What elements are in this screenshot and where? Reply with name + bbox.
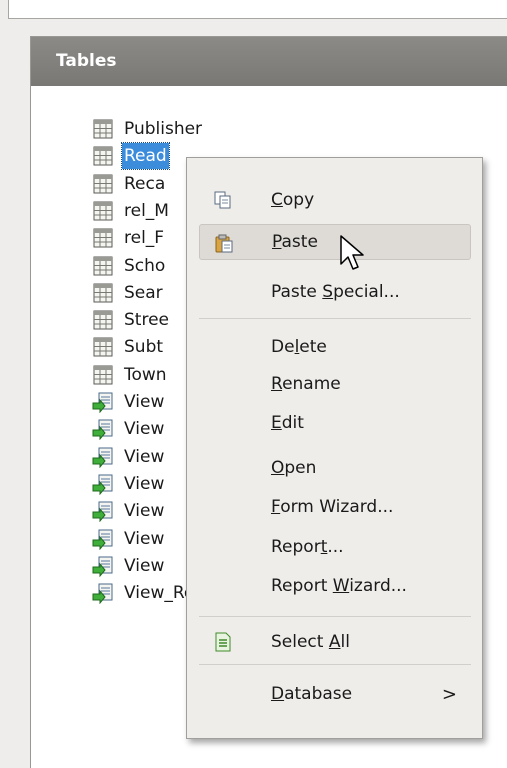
menu-item-open[interactable]: Open	[199, 450, 471, 486]
view-icon	[92, 391, 114, 414]
tree-item[interactable]: View	[92, 553, 166, 579]
tree-item[interactable]: View	[92, 444, 166, 470]
tree-item[interactable]: rel_F	[92, 225, 166, 251]
tree-item-label: Town	[124, 364, 167, 385]
tree-item[interactable]: View	[92, 498, 166, 524]
tree-item[interactable]: View	[92, 389, 166, 415]
panel-header: Tables	[31, 37, 507, 86]
paste-icon	[214, 233, 234, 253]
menu-item-label: Select All	[271, 632, 350, 652]
tree-item[interactable]: View	[92, 471, 166, 497]
menu-item-rename[interactable]: Rename	[199, 366, 471, 402]
view-icon	[92, 418, 114, 441]
view-icon	[92, 555, 114, 578]
view-icon	[92, 582, 114, 605]
menu-item-label: Rename	[271, 374, 341, 394]
table-icon	[92, 336, 114, 358]
tree-item[interactable]: Sear	[92, 280, 165, 306]
tree-item-label: rel_F	[124, 228, 165, 249]
tree-item-label: Subt	[124, 337, 164, 358]
menu-item-label: Delete	[271, 337, 327, 357]
tree-item[interactable]: rel_M	[92, 198, 171, 224]
tree-item[interactable]: Read	[92, 142, 170, 171]
tree-item-label: View	[124, 473, 165, 494]
panel-title: Tables	[56, 51, 117, 71]
tree-item[interactable]: Stree	[92, 307, 171, 333]
tree-item[interactable]: Scho	[92, 253, 167, 279]
tree-item-label: Reca	[124, 173, 166, 194]
table-icon	[92, 282, 114, 304]
table-icon	[92, 173, 114, 195]
copy-icon	[213, 190, 233, 210]
table-icon	[92, 309, 114, 331]
view-icon	[92, 473, 114, 496]
table-icon	[92, 227, 114, 249]
menu-item-label: Form Wizard...	[271, 497, 394, 517]
view-icon	[92, 528, 114, 550]
context-menu: Copy Paste Paste Special... Delete Rename Edi…	[186, 157, 483, 739]
menu-item-form-wizard[interactable]: Form Wizard...	[199, 489, 471, 525]
menu-item-label: Open	[271, 458, 317, 478]
tree-item-label: Stree	[124, 310, 169, 331]
menu-item-select-all[interactable]: Select All	[199, 624, 471, 660]
tree-item[interactable]: Town	[92, 362, 169, 388]
tree-item-label: Read	[121, 142, 170, 171]
tree-item-label: View	[124, 555, 165, 576]
tree-item[interactable]: View	[92, 526, 166, 552]
view-icon	[92, 500, 114, 523]
menu-separator	[199, 664, 471, 665]
tree-item-label: View	[124, 528, 165, 549]
tree-item-label: Scho	[124, 255, 166, 276]
tree-item-label: View	[124, 446, 165, 467]
view-icon	[92, 446, 114, 468]
menu-item-label: Edit	[271, 413, 304, 433]
tree-item-label: View	[124, 501, 165, 522]
menu-item-label: Copy	[271, 190, 315, 210]
table-icon	[92, 255, 114, 277]
menu-item-edit[interactable]: Edit	[199, 405, 471, 441]
menu-separator	[199, 318, 471, 319]
tree-item[interactable]: Reca	[92, 171, 167, 197]
table-icon	[92, 200, 114, 222]
tree-item[interactable]: View	[92, 416, 166, 442]
chevron-right-icon: >	[441, 683, 457, 705]
menu-item-report-wizard[interactable]: Report Wizard...	[199, 568, 471, 604]
menu-item-label: Paste	[272, 232, 318, 252]
menu-item-label: Report...	[271, 537, 344, 557]
menu-item-label: Database	[271, 684, 353, 704]
tree-item-label: Publisher	[124, 119, 203, 139]
tree-item[interactable]: Subt	[92, 334, 165, 360]
menu-item-delete[interactable]: Delete	[199, 329, 471, 365]
tree-item-label: Sear	[124, 282, 163, 303]
table-icon	[92, 145, 114, 167]
menu-item-report[interactable]: Report...	[199, 529, 471, 565]
table-icon	[92, 118, 114, 140]
tree-item-label: rel_M	[124, 200, 169, 221]
menu-item-label: Paste Special...	[271, 282, 400, 302]
menu-item-database[interactable]: Database >	[199, 676, 471, 712]
menu-separator	[199, 616, 471, 617]
tree-item[interactable]: Publisher	[92, 116, 204, 142]
menu-item-paste-special[interactable]: Paste Special...	[199, 274, 471, 310]
mouse-pointer-icon	[340, 235, 364, 270]
table-icon	[92, 364, 114, 386]
menu-item-label: Report Wizard...	[271, 576, 407, 596]
menu-item-copy[interactable]: Copy	[199, 182, 471, 218]
select-all-icon	[213, 632, 233, 652]
menu-item-paste[interactable]: Paste	[199, 224, 471, 260]
upper-panel-edge	[8, 0, 507, 19]
tree-item-label: View	[124, 419, 165, 440]
tree-item-label: View	[124, 392, 165, 412]
